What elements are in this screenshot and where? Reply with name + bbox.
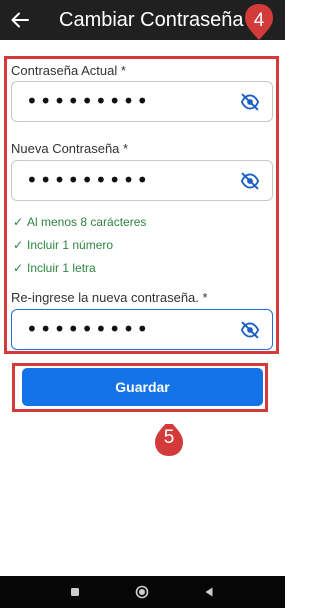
rule-item-length: ✓ Al menos 8 carácteres (13, 215, 146, 229)
arrow-left-icon (11, 12, 29, 28)
eye-off-icon[interactable] (240, 321, 260, 339)
confirm-password-value: ••••••••• (26, 317, 151, 341)
rule-text: Al menos 8 carácteres (27, 215, 147, 229)
eye-off-icon[interactable] (240, 172, 260, 190)
eye-off-icon[interactable] (240, 93, 260, 111)
new-password-value: ••••••••• (26, 168, 151, 192)
step-marker-5-label: 5 (163, 427, 175, 448)
new-password-field[interactable]: ••••••••• (11, 160, 273, 201)
current-password-field[interactable]: ••••••••• (11, 81, 273, 122)
triangle-back-icon[interactable] (202, 585, 216, 599)
current-password-value: ••••••••• (26, 89, 151, 113)
check-icon: ✓ (13, 261, 24, 275)
rule-item-letter: ✓ Incluir 1 letra (13, 261, 96, 275)
confirm-password-label: Re-ingrese la nueva contraseña. * (11, 290, 208, 305)
step-marker-4: 4 (243, 2, 275, 40)
check-icon: ✓ (13, 215, 24, 229)
square-icon[interactable] (68, 585, 82, 599)
system-nav-bar (0, 576, 285, 608)
rule-text: Incluir 1 letra (27, 261, 96, 275)
circle-icon[interactable] (135, 585, 149, 599)
step-marker-4-label: 4 (253, 10, 265, 31)
confirm-password-field[interactable]: ••••••••• (11, 309, 273, 350)
step-marker-5: 5 (153, 424, 185, 456)
new-password-label: Nueva Contraseña * (11, 141, 129, 156)
check-icon: ✓ (13, 238, 24, 252)
back-button[interactable] (4, 4, 36, 36)
rule-item-number: ✓ Incluir 1 número (13, 238, 113, 252)
rule-text: Incluir 1 número (27, 238, 114, 252)
current-password-label: Contraseña Actual * (11, 63, 126, 78)
save-button[interactable]: Guardar (22, 368, 263, 406)
page-title: Cambiar Contraseña (59, 9, 244, 31)
